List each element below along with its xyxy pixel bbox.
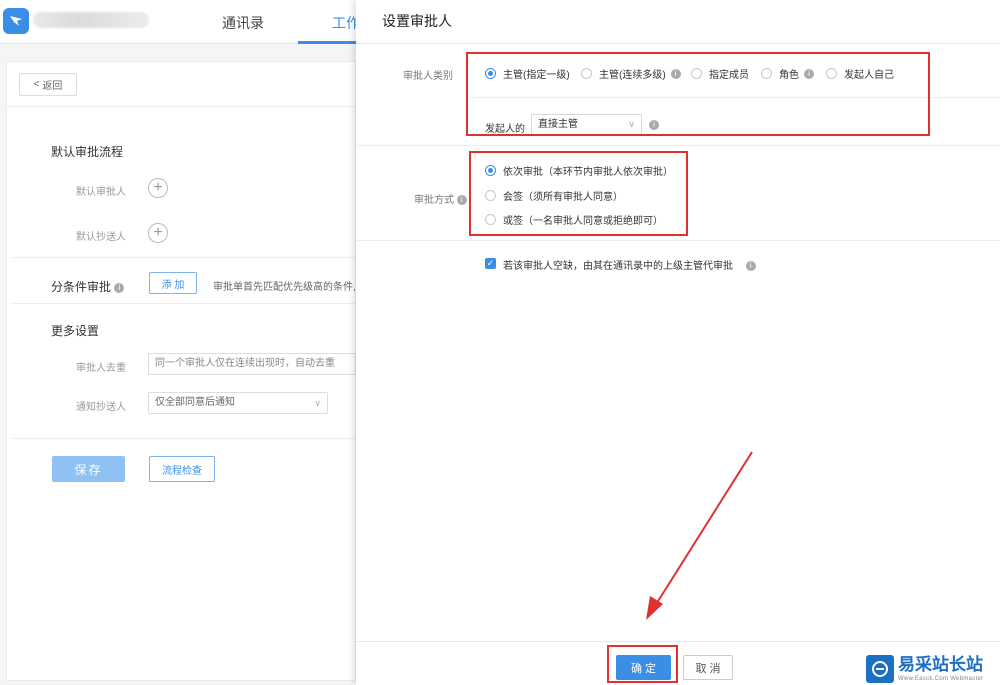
divider — [356, 145, 1000, 146]
app-name-redacted — [33, 12, 149, 28]
highlight-box-approval-method — [469, 151, 688, 236]
divider — [11, 257, 356, 258]
dedupe-label: 审批人去重 — [76, 363, 126, 374]
fallback-checkbox-label: 若该审批人空缺，由其在通讯录中的上级主管代审批 i — [503, 257, 756, 272]
info-icon[interactable]: i — [456, 195, 467, 206]
tab-contacts[interactable]: 通讯录 — [222, 13, 264, 33]
add-condition-button[interactable]: 添 加 — [149, 272, 197, 294]
flow-check-button[interactable]: 流程检查 — [149, 456, 215, 482]
divider — [356, 240, 1000, 241]
default-approver-label: 默认审批人 — [76, 187, 126, 198]
drawer-title: 设置审批人 — [382, 13, 452, 29]
app-logo-icon[interactable] — [3, 8, 29, 34]
chevron-down-icon: ∨ — [314, 398, 321, 408]
info-icon[interactable]: i — [745, 261, 756, 272]
divider — [356, 43, 1000, 44]
back-button-label: 返回 — [42, 81, 63, 92]
notify-cc-select[interactable]: 仅全部同意后通知 ∨ — [148, 392, 328, 414]
dedupe-select[interactable]: 同一个审批人仅在连续出现时，自动去重 — [148, 353, 356, 375]
divider — [11, 438, 356, 439]
conditional-approval-title: 分条件审批 i — [51, 278, 125, 295]
info-icon[interactable]: i — [114, 282, 125, 293]
divider — [356, 641, 1000, 642]
watermark-subtext: Www.Easck.Com Webmaster — [898, 675, 984, 682]
add-cc-plus-icon[interactable]: + — [148, 223, 168, 243]
divider — [7, 106, 356, 107]
default-cc-label: 默认抄送人 — [76, 232, 126, 243]
divider — [11, 303, 356, 304]
highlight-box-confirm — [607, 645, 678, 683]
watermark-logo-icon — [866, 654, 894, 683]
cancel-button[interactable]: 取 消 — [683, 655, 733, 680]
chevron-left-icon: < — [33, 79, 40, 90]
add-approver-plus-icon[interactable]: + — [148, 178, 168, 198]
conditional-desc: 审批单首先匹配优先级高的条件, — [213, 282, 356, 293]
approval-method-label: 审批方式 i — [414, 191, 467, 206]
approver-type-label: 审批人类别 — [403, 71, 453, 82]
save-button[interactable]: 保存 — [52, 456, 125, 482]
back-button[interactable]: < 返回 — [19, 73, 77, 96]
fallback-checkbox[interactable]: ✓ — [485, 258, 496, 269]
highlight-box-approver-type — [466, 52, 930, 136]
watermark: 易采站长站 Www.Easck.Com Webmaster — [866, 652, 1000, 685]
notify-cc-label: 通知抄送人 — [76, 402, 126, 413]
approver-settings-drawer: 设置审批人 审批人类别 主管(指定一级) 主管(连续多级) i 指定成员 角色 … — [356, 0, 1000, 685]
more-settings-title: 更多设置 — [51, 324, 100, 338]
default-flow-title: 默认审批流程 — [51, 145, 124, 159]
watermark-text: 易采站长站 — [898, 654, 983, 674]
